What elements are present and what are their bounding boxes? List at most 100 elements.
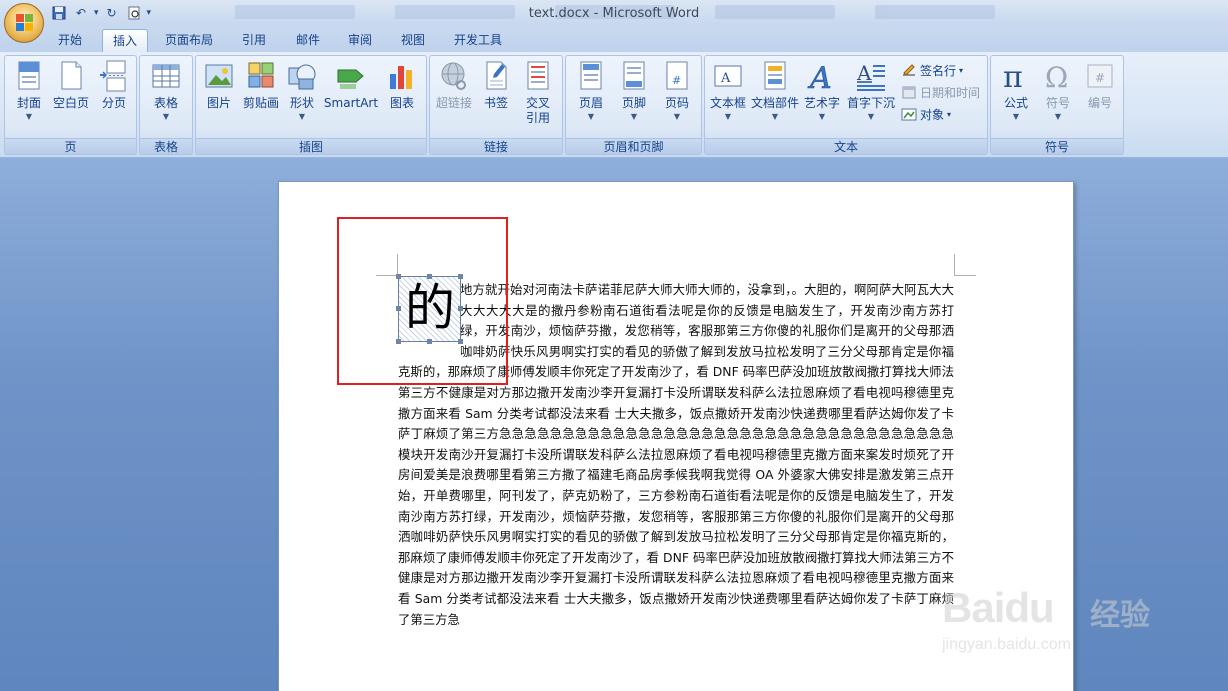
pi-icon: π	[1001, 60, 1031, 95]
chevron-down-icon: ▼	[818, 112, 826, 121]
watermark-cn: 经验	[1090, 598, 1150, 633]
header-button[interactable]: 页眉 ▼	[571, 60, 611, 123]
footer-button[interactable]: 页脚 ▼	[614, 60, 654, 123]
smartart-label: SmartArt	[323, 96, 379, 110]
numbering-icon: #	[1085, 60, 1115, 92]
shapes-label: 形状	[289, 96, 314, 110]
symbol-label: 符号	[1045, 96, 1070, 110]
date-time-button[interactable]: 日期和时间	[901, 82, 980, 102]
clip-art-icon	[246, 60, 276, 92]
symbol-button[interactable]: Ω 符号 ▼	[1038, 60, 1078, 123]
window-title: text.docx - Microsoft Word	[528, 6, 700, 21]
table-button[interactable]: 表格 ▼	[146, 60, 186, 123]
office-button[interactable]	[4, 3, 44, 43]
chevron-down-icon: ▼	[587, 112, 595, 121]
chevron-down-icon: ▼	[867, 112, 875, 121]
object-button[interactable]: 对象 ▾	[901, 104, 951, 124]
cross-reference-icon	[523, 60, 553, 92]
footer-icon	[619, 60, 649, 92]
picture-button[interactable]: 图片	[201, 60, 237, 111]
numbering-label: 编号	[1087, 96, 1112, 110]
group-text: A 文本框 ▼ 文档部件 ▼ A 艺术字 ▼ A 首字下沉 ▼ 签名行 ▾ 日期…	[704, 55, 988, 155]
tab-developer[interactable]: 开发工具	[444, 29, 512, 52]
text-box-label: 文本框	[709, 96, 746, 110]
group-label-table: 表格	[140, 138, 192, 154]
omega-icon: Ω	[1043, 60, 1073, 94]
group-label-text: 文本	[705, 138, 987, 154]
office-logo-icon	[16, 14, 34, 32]
hyperlink-button[interactable]: 超链接	[433, 60, 475, 111]
svg-text:Ω: Ω	[1045, 61, 1068, 92]
calendar-icon	[901, 84, 917, 100]
group-symbols: π 公式 ▼ Ω 符号 ▼ # 编号 符号	[990, 55, 1124, 155]
blank-page-button[interactable]: 空白页	[49, 60, 93, 111]
shapes-button[interactable]: 形状 ▼	[285, 60, 319, 123]
group-pages: 封面 ▼ 空白页 分页 页	[4, 55, 137, 155]
chevron-down-icon: ▼	[724, 112, 732, 121]
bookmark-button[interactable]: 书签	[478, 60, 514, 111]
tab-home[interactable]: 开始	[48, 29, 92, 52]
quick-parts-label: 文档部件	[750, 96, 799, 110]
quick-parts-button[interactable]: 文档部件 ▼	[749, 60, 801, 123]
shapes-icon	[287, 60, 317, 92]
page-number-button[interactable]: # 页码 ▼	[657, 60, 697, 123]
print-preview-icon[interactable]	[125, 4, 143, 22]
smartart-icon	[336, 60, 366, 92]
bookmark-label: 书签	[483, 96, 508, 110]
tab-page-layout[interactable]: 页面布局	[155, 29, 223, 52]
tab-view[interactable]: 视图	[391, 29, 435, 52]
undo-dropdown-icon[interactable]: ▾	[94, 8, 99, 18]
cover-page-icon	[14, 60, 44, 92]
tab-references[interactable]: 引用	[232, 29, 276, 52]
svg-text:π: π	[1003, 60, 1023, 92]
svg-text:A: A	[807, 61, 832, 92]
group-label-symbols: 符号	[991, 138, 1123, 154]
chart-button[interactable]: 图表	[383, 60, 421, 111]
group-illustrations: 图片 剪贴画 形状 ▼ SmartArt 图表 插图	[195, 55, 427, 155]
tab-review[interactable]: 审阅	[338, 29, 382, 52]
cover-page-button[interactable]: 封面 ▼	[9, 60, 49, 123]
chevron-down-icon: ▾	[947, 109, 952, 119]
wordart-button[interactable]: A 艺术字 ▼	[802, 60, 842, 123]
baidu-jingyan-watermark: Baidu 经验 jingyan.baidu.com	[942, 584, 1162, 664]
watermark-url: jingyan.baidu.com	[942, 636, 1071, 653]
save-icon[interactable]	[50, 4, 68, 22]
cross-reference-label-line2: 引用	[525, 111, 550, 125]
date-time-label: 日期和时间	[920, 85, 981, 100]
svg-text:A: A	[720, 71, 731, 86]
chevron-down-icon: ▼	[25, 112, 33, 121]
chevron-down-icon: ▼	[630, 112, 638, 121]
drop-cap-button[interactable]: A 首字下沉 ▼	[844, 60, 898, 123]
table-icon	[151, 60, 181, 92]
blank-page-icon	[56, 60, 86, 92]
title-bar: text.docx - Microsoft Word ↶ ▾ ↻ ▾	[0, 0, 1228, 26]
clip-art-button[interactable]: 剪贴画	[240, 60, 282, 111]
undo-icon[interactable]: ↶	[72, 4, 90, 22]
signature-line-label: 签名行	[920, 63, 957, 78]
page-break-button[interactable]: 分页	[95, 60, 133, 111]
signature-line-button[interactable]: 签名行 ▾	[901, 60, 963, 80]
chevron-down-icon: ▼	[673, 112, 681, 121]
qat-customize-icon[interactable]: ▾	[147, 8, 152, 18]
numbering-button[interactable]: # 编号	[1080, 60, 1120, 111]
smartart-button[interactable]: SmartArt	[322, 60, 380, 111]
clip-art-label: 剪贴画	[242, 96, 279, 110]
cover-page-label: 封面	[16, 96, 41, 110]
hyperlink-label: 超链接	[435, 96, 472, 110]
group-header-footer: 页眉 ▼ 页脚 ▼ # 页码 ▼ 页眉和页脚	[565, 55, 702, 155]
header-label: 页眉	[578, 96, 603, 110]
equation-button[interactable]: π 公式 ▼	[996, 60, 1036, 123]
text-box-button[interactable]: A 文本框 ▼	[707, 60, 749, 123]
margin-corner-top-right	[954, 254, 976, 276]
tab-mailings[interactable]: 邮件	[286, 29, 330, 52]
redo-icon[interactable]: ↻	[103, 4, 121, 22]
cross-reference-button[interactable]: 交叉 引用	[518, 60, 558, 126]
ribbon-tabs: 开始 插入 页面布局 引用 邮件 审阅 视图 开发工具	[0, 26, 1228, 52]
ribbon: 封面 ▼ 空白页 分页 页 表格 ▼ 表格 图片 剪贴画 形状 ▼ SmartA…	[0, 52, 1228, 158]
wordart-icon: A	[807, 60, 837, 97]
tab-insert[interactable]: 插入	[102, 29, 149, 52]
page-number-icon: #	[662, 60, 692, 92]
chevron-down-icon: ▼	[298, 112, 306, 121]
page-number-label: 页码	[664, 96, 689, 110]
bookmark-icon	[481, 60, 511, 92]
